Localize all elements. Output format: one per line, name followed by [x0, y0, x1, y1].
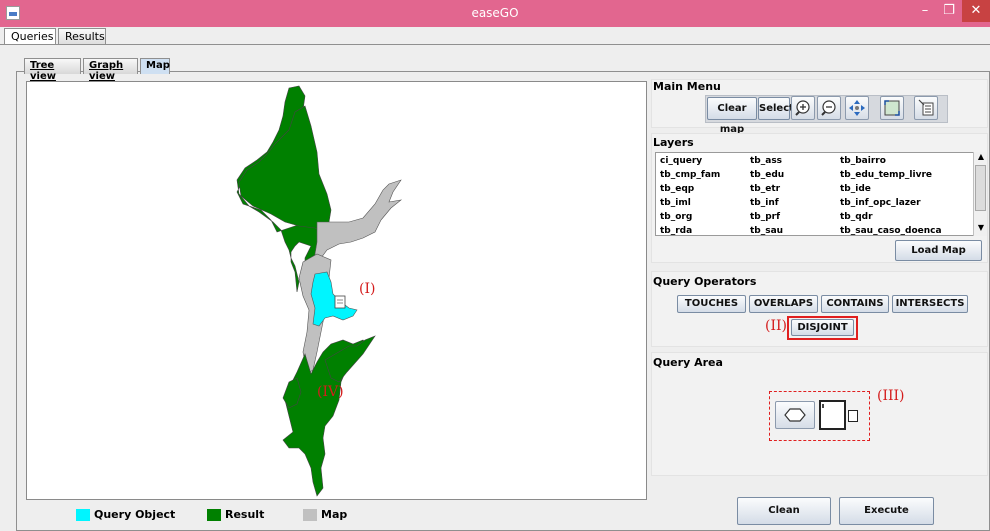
query-output-connector[interactable] [848, 410, 858, 422]
pan-icon [849, 100, 865, 116]
layer-item[interactable]: tb_prf [750, 211, 780, 225]
overlaps-button[interactable]: OVERLAPS [749, 295, 818, 313]
main-menu-title: Main Menu [653, 80, 721, 93]
query-object-region [310, 271, 358, 327]
map-svg [236, 85, 403, 497]
zoom-out-icon [821, 100, 836, 116]
info-icon [918, 99, 934, 116]
tab-graph-view[interactable]: Graph view [83, 58, 138, 82]
legend-swatch-query-object [76, 509, 90, 521]
tab-tree-view[interactable]: Tree view [24, 58, 81, 82]
slot-marker-icon [822, 404, 824, 408]
legend-label-map: Map [321, 508, 348, 521]
layer-item[interactable]: tb_ass [750, 155, 782, 169]
window-title: easeGO [471, 6, 519, 20]
layer-item[interactable]: tb_inf [750, 197, 779, 211]
layer-item[interactable]: tb_sau [750, 225, 783, 235]
tab-tree-view-label: Tree view [30, 60, 56, 82]
full-extent-icon [884, 100, 900, 116]
tab-map-label: Map [146, 60, 170, 71]
layer-item[interactable]: tb_etr [750, 183, 780, 197]
layer-item[interactable]: tb_ide [840, 183, 871, 197]
clean-button[interactable]: Clean [737, 497, 831, 525]
layer-item[interactable]: tb_edu_temp_livre [840, 169, 932, 183]
title-bar: easeGO – ❐ ✕ [0, 0, 990, 27]
legend-swatch-map [303, 509, 317, 521]
document-cursor-icon [334, 295, 346, 309]
clear-map-button[interactable]: Clear map [707, 97, 757, 135]
zoom-in-icon [795, 100, 810, 116]
scroll-up-icon[interactable]: ▲ [975, 152, 987, 164]
query-object-slot[interactable] [819, 400, 846, 430]
zoom-in-button[interactable] [791, 96, 815, 120]
annotation-i: (I) [359, 281, 376, 297]
layer-item[interactable]: tb_rda [660, 225, 692, 235]
layers-list[interactable]: ci_query tb_ass tb_bairro tb_cmp_fam tb_edu t… [655, 152, 987, 236]
layer-item[interactable]: tb_iml [660, 197, 691, 211]
layer-item[interactable]: ci_query [660, 155, 702, 169]
zoom-out-button[interactable] [817, 96, 841, 120]
map-canvas[interactable]: (I) (IV) [26, 81, 647, 500]
hexagon-icon [784, 408, 806, 422]
query-area-title: Query Area [653, 356, 723, 369]
tab-map[interactable]: Map [140, 58, 170, 74]
disjoint-button[interactable]: DISJOINT [791, 319, 854, 336]
pan-button[interactable] [845, 96, 869, 120]
layer-item[interactable]: tb_qdr [840, 211, 873, 225]
info-button[interactable] [914, 96, 938, 120]
maximize-button[interactable]: ❐ [938, 0, 960, 22]
query-shape-button[interactable] [775, 401, 815, 429]
tab-results[interactable]: Results [58, 28, 106, 45]
load-map-button[interactable]: Load Map [895, 240, 982, 261]
layer-item[interactable]: tb_eqp [660, 183, 694, 197]
legend-label-query-object: Query Object [94, 508, 176, 521]
scroll-down-icon[interactable]: ▼ [975, 223, 987, 235]
full-extent-button[interactable] [880, 96, 904, 120]
select-button[interactable]: Select [758, 97, 794, 120]
legend-swatch-result [207, 509, 221, 521]
touches-button[interactable]: TOUCHES [677, 295, 746, 313]
layer-item[interactable]: tb_bairro [840, 155, 886, 169]
legend-label-result: Result [225, 508, 265, 521]
minimize-button[interactable]: – [914, 0, 936, 22]
close-button[interactable]: ✕ [962, 0, 990, 22]
tab-queries[interactable]: Queries [4, 28, 56, 45]
layers-title: Layers [653, 136, 694, 149]
execute-button[interactable]: Execute [839, 497, 934, 525]
layer-item[interactable]: tb_org [660, 211, 692, 225]
annotation-iv: (IV) [317, 384, 344, 400]
layer-item[interactable]: tb_inf_opc_lazer [840, 197, 921, 211]
layer-item[interactable]: tb_sau_caso_doenca [840, 225, 942, 235]
scroll-thumb[interactable] [975, 165, 986, 211]
intersects-button[interactable]: INTERSECTS [892, 295, 968, 313]
layers-scrollbar[interactable]: ▲ ▼ [973, 152, 987, 236]
query-operators-title: Query Operators [653, 275, 757, 288]
annotation-iii: (III) [877, 388, 905, 404]
annotation-ii: (II) [765, 318, 787, 334]
layer-item[interactable]: tb_edu [750, 169, 784, 183]
layer-item[interactable]: tb_cmp_fam [660, 169, 720, 183]
tab-divider [0, 44, 990, 45]
contains-button[interactable]: CONTAINS [821, 295, 889, 313]
